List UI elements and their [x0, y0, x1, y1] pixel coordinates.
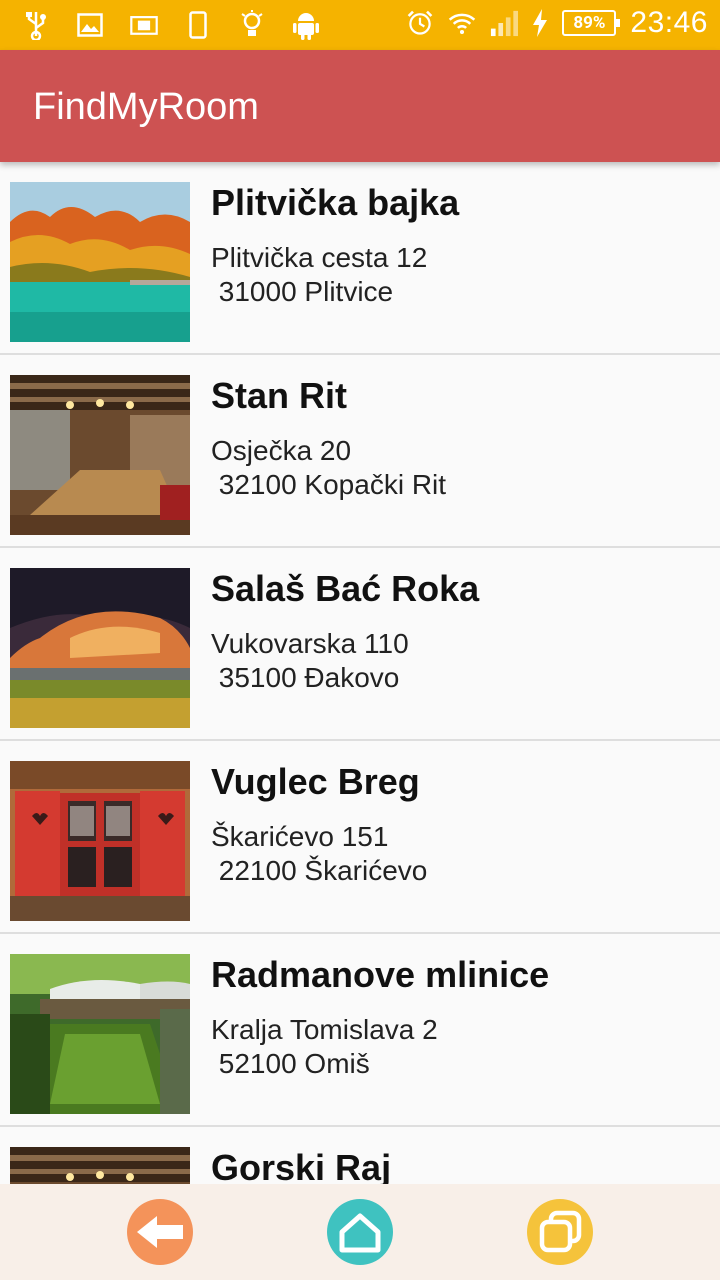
usb-icon	[22, 10, 50, 40]
listing-photo	[10, 568, 190, 728]
listing-name: Plitvička bajka	[211, 182, 460, 223]
listing-city: 22100 Škarićevo	[211, 855, 428, 886]
listing-name: Radmanove mlinice	[211, 954, 550, 995]
alarm-icon	[406, 8, 434, 38]
app-bar: FindMyRoom	[0, 50, 720, 162]
listing-photo	[10, 1147, 190, 1184]
clock: 23:46	[630, 6, 708, 39]
back-button[interactable]	[127, 1199, 193, 1265]
wifi-icon	[448, 8, 476, 38]
listing-name: Gorski Raj	[211, 1147, 392, 1184]
listing-city: 52100 Omiš	[211, 1048, 370, 1079]
listing-photo	[10, 375, 190, 535]
listing-item-stan-rit[interactable]: Stan Rit Osječka 20 32100 Kopački Rit	[0, 355, 720, 548]
listing-street: Plitvička cesta 12	[211, 242, 428, 273]
signal-icon	[490, 8, 519, 38]
overlapping-windows-icon	[539, 1210, 582, 1253]
app-title: FindMyRoom	[33, 86, 259, 128]
listing-item-radmanove-mlinice[interactable]: Radmanove mlinice Kralja Tomislava 2 521…	[0, 934, 720, 1127]
listing-city: 35100 Đakovo	[211, 662, 400, 693]
home-button[interactable]	[327, 1199, 393, 1265]
listing-item-gorski-raj[interactable]: Gorski Raj	[0, 1127, 720, 1184]
charging-icon	[532, 8, 548, 38]
listing-name: Vuglec Breg	[211, 761, 420, 802]
listing-list[interactable]: Plitvička bajka Plitvička cesta 12 31000…	[0, 162, 720, 1184]
android-icon	[292, 10, 320, 40]
home-icon	[339, 1213, 381, 1253]
listing-item-vuglec-breg[interactable]: Vuglec Breg Škarićevo 151 22100 Škarićev…	[0, 741, 720, 934]
windows-button[interactable]	[527, 1199, 593, 1265]
listing-photo	[10, 761, 190, 921]
listing-street: Osječka 20	[211, 435, 352, 466]
status-right-icons: 89% 23:46	[406, 6, 708, 40]
listing-street: Kralja Tomislava 2	[211, 1014, 438, 1045]
lightbulb-icon	[238, 10, 266, 40]
status-bar: 89% 23:46	[0, 0, 720, 50]
phone-icon	[184, 10, 212, 40]
listing-item-plitvicka-bajka[interactable]: Plitvička bajka Plitvička cesta 12 31000…	[0, 162, 720, 355]
listing-photo	[10, 954, 190, 1114]
listing-street: Vukovarska 110	[211, 628, 409, 659]
listing-city: 31000 Plitvice	[211, 276, 394, 307]
listing-city: 32100 Kopački Rit	[211, 469, 447, 500]
listing-photo	[10, 182, 190, 342]
status-left-icons	[22, 10, 320, 40]
listing-item-salas-bac-roka[interactable]: Salaš Bać Roka Vukovarska 110 35100 Đako…	[0, 548, 720, 741]
image-icon	[76, 10, 104, 40]
notification-icon	[130, 10, 158, 40]
listing-name: Stan Rit	[211, 375, 348, 416]
battery-icon: 89%	[562, 10, 621, 36]
listing-name: Salaš Bać Roka	[211, 568, 480, 609]
listing-street: Škarićevo 151	[211, 821, 389, 852]
bottom-nav	[0, 1184, 720, 1280]
arrow-left-icon	[137, 1216, 183, 1248]
